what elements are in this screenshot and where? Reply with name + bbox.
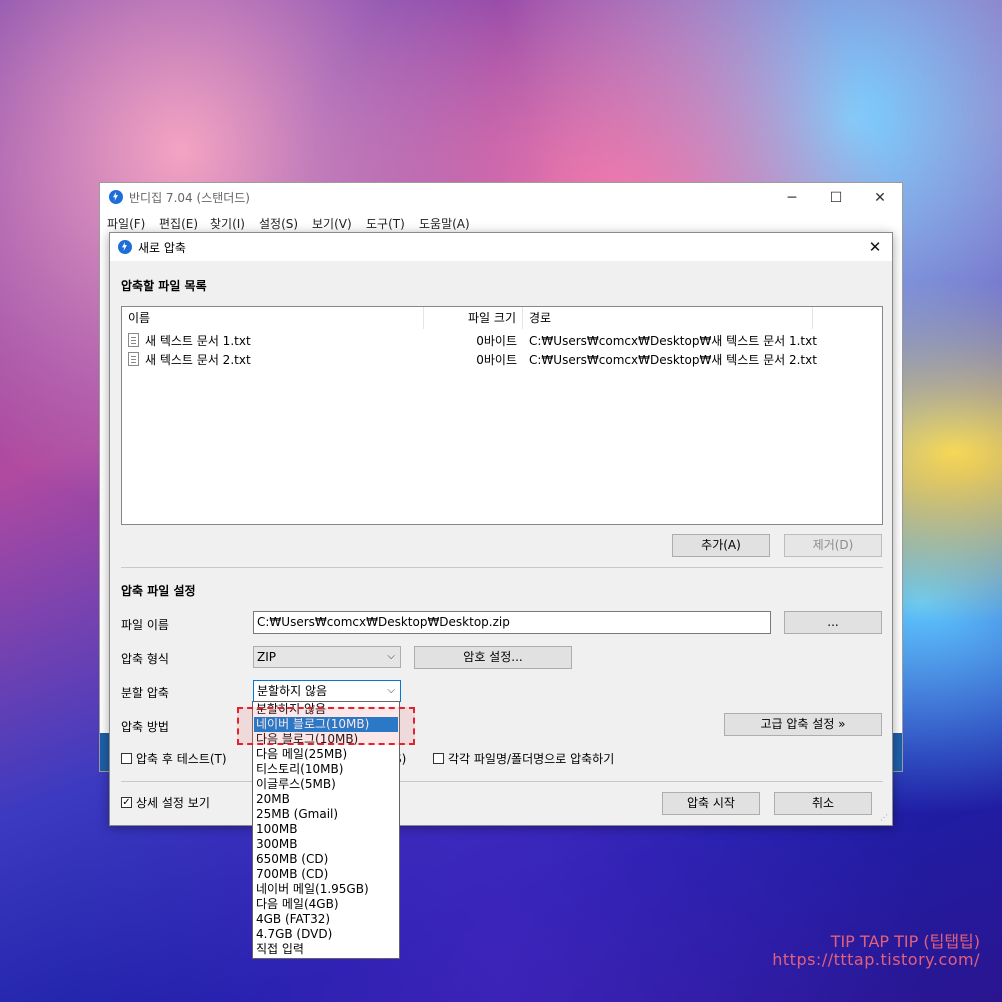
dropdown-option[interactable]: 4.7GB (DVD)	[254, 927, 398, 942]
menu-bar: 파일(F) 편집(E) 찾기(I) 설정(S) 보기(V) 도구(T) 도움말(…	[100, 213, 902, 233]
cancel-button[interactable]: 취소	[774, 792, 872, 815]
split-select[interactable]: 분할하지 않음 ⌵	[253, 680, 401, 702]
dialog-close-button[interactable]: ✕	[862, 235, 888, 259]
dropdown-option[interactable]: 네이버 메일(1.95GB)	[254, 882, 398, 897]
dropdown-option[interactable]: 25MB (Gmail)	[254, 807, 398, 822]
dropdown-option[interactable]: 다음 메일(4GB)	[254, 897, 398, 912]
new-archive-dialog: 새로 압축 ✕ 압축할 파일 목록 이름 파일 크기 경로 새 텍스트 문서 1…	[109, 232, 893, 826]
menu-settings[interactable]: 설정(S)	[259, 215, 298, 232]
file-size: 0바이트	[476, 334, 517, 348]
file-path: C:₩Users₩comcx₩Desktop₩새 텍스트 문서 1.txt	[529, 334, 817, 348]
main-titlebar[interactable]: 반디집 7.04 (스탠더드) ─ ☐ ✕	[100, 183, 902, 211]
chevron-down-icon: ⌵	[387, 651, 395, 662]
each-name-label: 각각 파일명/폴더명으로 압축하기	[448, 752, 615, 766]
bandizip-logo-icon	[118, 240, 132, 254]
dialog-title: 새로 압축	[138, 241, 186, 255]
menu-file[interactable]: 파일(F)	[107, 215, 145, 232]
maximize-button[interactable]: ☐	[814, 185, 858, 211]
archive-settings-label: 압축 파일 설정	[121, 584, 196, 598]
text-file-icon	[128, 352, 139, 366]
split-label: 분할 압축	[121, 686, 169, 700]
column-size[interactable]: 파일 크기	[424, 307, 523, 329]
file-size: 0바이트	[476, 353, 517, 367]
format-select[interactable]: ZIP ⌵	[253, 646, 401, 668]
dropdown-option[interactable]: 다음 메일(25MB)	[254, 747, 398, 762]
menu-find[interactable]: 찾기(I)	[210, 215, 245, 232]
menu-edit[interactable]: 편집(E)	[159, 215, 198, 232]
dropdown-option[interactable]: 직접 입력	[254, 942, 398, 957]
menu-tools[interactable]: 도구(T)	[366, 215, 405, 232]
annotation-highlight-box	[237, 707, 415, 745]
file-row[interactable]: 새 텍스트 문서 1.txt 0바이트 C:₩Users₩comcx₩Deskt…	[122, 332, 882, 350]
browse-button[interactable]: ...	[784, 611, 882, 634]
close-window-button[interactable]: ✕	[858, 185, 902, 211]
bandizip-logo-icon	[109, 190, 123, 204]
dropdown-option[interactable]: 이글루스(5MB)	[254, 777, 398, 792]
file-name: 새 텍스트 문서 2.txt	[145, 353, 251, 367]
advanced-settings-button[interactable]: 고급 압축 설정 »	[724, 713, 882, 736]
dropdown-option[interactable]: 100MB	[254, 822, 398, 837]
file-list-label: 압축할 파일 목록	[121, 279, 207, 293]
check-icon[interactable]: ✓	[121, 797, 132, 808]
dropdown-option[interactable]: 20MB	[254, 792, 398, 807]
test-after-label: 압축 후 테스트(T)	[136, 752, 227, 766]
text-file-icon	[128, 333, 139, 347]
column-name[interactable]: 이름	[122, 307, 424, 329]
checkbox-box[interactable]	[433, 753, 444, 764]
checkbox-box[interactable]	[121, 753, 132, 764]
filename-label: 파일 이름	[121, 618, 169, 632]
menu-help[interactable]: 도움말(A)	[419, 215, 470, 232]
show-details-label: 상세 설정 보기	[136, 796, 210, 810]
file-list[interactable]: 이름 파일 크기 경로 새 텍스트 문서 1.txt 0바이트 C:₩Users…	[121, 306, 883, 525]
column-path[interactable]: 경로	[523, 307, 813, 329]
split-value: 분할하지 않음	[257, 684, 328, 698]
remove-button[interactable]: 제거(D)	[784, 534, 882, 557]
separator	[121, 567, 883, 568]
dropdown-option[interactable]: 300MB	[254, 837, 398, 852]
file-path: C:₩Users₩comcx₩Desktop₩새 텍스트 문서 2.txt	[529, 353, 817, 367]
menu-view[interactable]: 보기(V)	[312, 215, 352, 232]
watermark-title: TIP TAP TIP (팁탭팁)	[830, 932, 980, 951]
start-compress-button[interactable]: 압축 시작	[662, 792, 760, 815]
dropdown-option[interactable]: 700MB (CD)	[254, 867, 398, 882]
watermark-url: https://tttap.tistory.com/	[772, 950, 980, 969]
chevron-down-icon: ⌵	[387, 685, 395, 696]
dialog-titlebar[interactable]: 새로 압축 ✕	[110, 233, 892, 261]
file-name: 새 텍스트 문서 1.txt	[145, 334, 251, 348]
password-button[interactable]: 암호 설정...	[414, 646, 572, 669]
dropdown-option[interactable]: 4GB (FAT32)	[254, 912, 398, 927]
dropdown-option[interactable]: 650MB (CD)	[254, 852, 398, 867]
file-list-header: 이름 파일 크기 경로	[122, 307, 882, 329]
file-row[interactable]: 새 텍스트 문서 2.txt 0바이트 C:₩Users₩comcx₩Deskt…	[122, 351, 882, 369]
add-button[interactable]: 추가(A)	[672, 534, 770, 557]
separator	[121, 781, 883, 782]
format-label: 압축 형식	[121, 652, 169, 666]
main-window-title: 반디집 7.04 (스탠더드)	[129, 191, 250, 205]
resize-grip-icon[interactable]: ⋰	[880, 813, 890, 823]
filename-input[interactable]: C:₩Users₩comcx₩Desktop₩Desktop.zip	[253, 611, 771, 634]
method-label: 압축 방법	[121, 720, 169, 734]
format-value: ZIP	[257, 650, 276, 664]
minimize-button[interactable]: ─	[770, 185, 814, 211]
dropdown-option[interactable]: 티스토리(10MB)	[254, 762, 398, 777]
